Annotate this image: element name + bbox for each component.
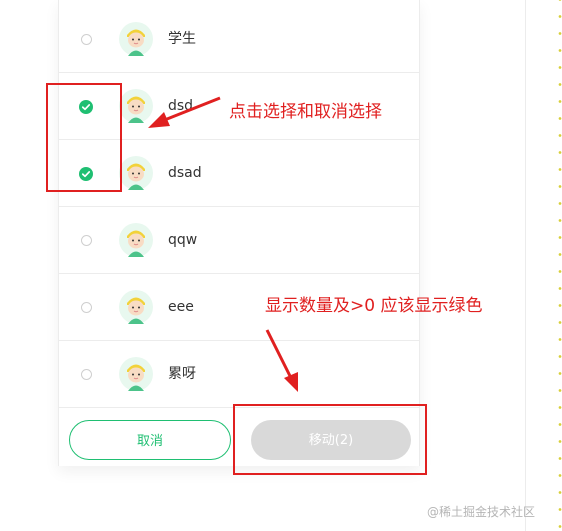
annotation-arrows (148, 96, 298, 392)
arrow-icon (148, 96, 221, 128)
watermark: @稀土掘金技术社区 (427, 505, 536, 519)
arrow-icon (265, 329, 298, 392)
